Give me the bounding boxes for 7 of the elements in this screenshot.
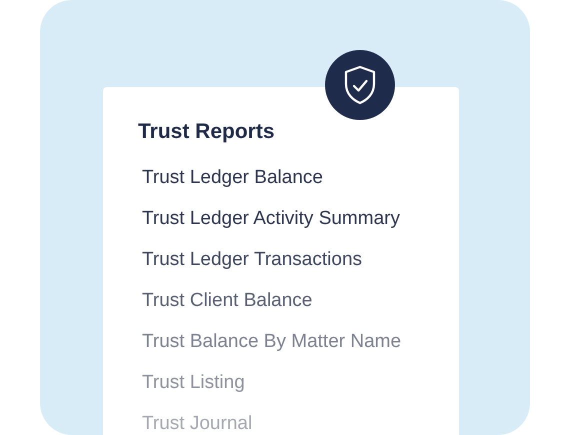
shield-check-icon: [343, 65, 377, 105]
report-link[interactable]: Trust Balance By Matter Name: [138, 321, 402, 362]
report-link[interactable]: Trust Ledger Activity Summary: [138, 198, 400, 239]
report-link[interactable]: Trust Ledger Transactions: [138, 239, 362, 280]
card-title: Trust Reports: [138, 119, 276, 145]
report-link[interactable]: Trust Ledger Balance: [138, 157, 323, 198]
report-link[interactable]: Trust Client Balance: [138, 280, 312, 321]
